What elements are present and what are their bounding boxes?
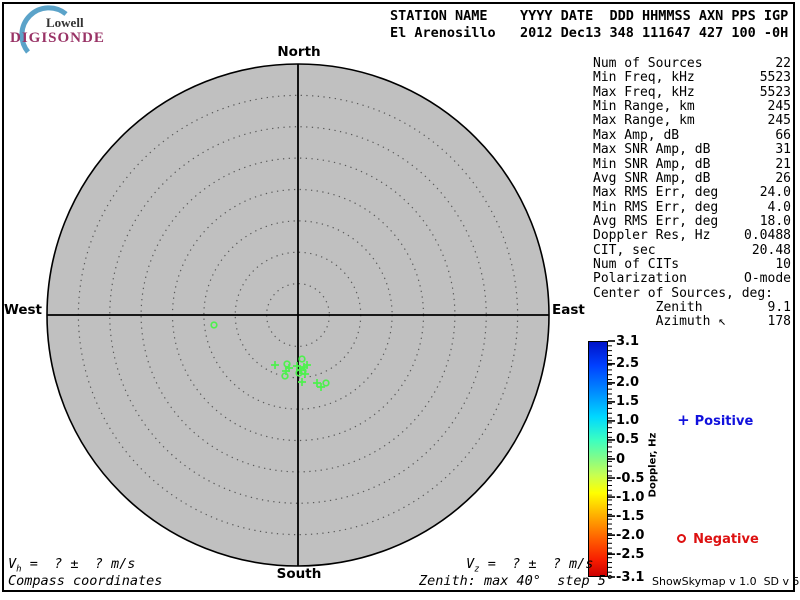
stat-row: Max SNR Amp, dB 31	[593, 142, 791, 158]
stat-label: Polarization	[593, 271, 687, 287]
doppler-colorbar	[588, 341, 608, 577]
stat-value: 66	[775, 127, 791, 143]
stat-label: Num of Sources	[593, 56, 703, 71]
stat-label: Doppler Res, Hz	[593, 228, 711, 244]
stat-label: Avg SNR Amp, dB	[593, 170, 711, 186]
stat-value: 20.48	[751, 242, 791, 258]
stat-label: Center of Sources, deg:	[593, 285, 774, 301]
stat-label: Max RMS Err, deg	[593, 185, 719, 201]
stat-label: Num of CITs	[593, 257, 680, 273]
stat-value: 21	[775, 156, 791, 172]
compass-label-east: East	[552, 302, 585, 318]
stat-row: Polarization O-mode	[593, 271, 791, 287]
plus-marker-icon: +	[677, 411, 690, 429]
stat-label: Min SNR Amp, dB	[593, 156, 711, 172]
header-columns-line: STATION NAME YYYY DATE DDD HHMMSS AXN PP…	[390, 8, 789, 24]
stat-value: 26	[775, 170, 791, 186]
stat-value: O-mode	[744, 271, 791, 287]
stat-row: Min RMS Err, deg 4.0	[593, 199, 791, 215]
stat-value: 22	[775, 56, 791, 71]
stat-label: Max Freq, kHz	[593, 84, 695, 100]
colorbar-tick-label: 1.5	[616, 394, 640, 410]
coordinates-mode-label: Compass coordinates	[8, 573, 163, 589]
stat-row: Max Freq, kHz 5523	[593, 84, 791, 100]
stat-value: 10	[775, 257, 791, 273]
compass-label-north: North	[277, 44, 321, 60]
colorbar-tick-label: 0	[616, 451, 626, 467]
stat-label: Max SNR Amp, dB	[593, 142, 711, 158]
stat-value: 245	[767, 99, 791, 115]
circle-marker-icon	[677, 534, 687, 543]
stat-label: CIT, sec	[593, 242, 656, 258]
stat-row: Doppler Res, Hz 0.0488	[593, 228, 791, 244]
compass-label-south: South	[276, 566, 322, 582]
colorbar-tick-label: 0.5	[616, 432, 640, 448]
vh-readout: Vh = ? ± ? m/s	[8, 556, 136, 575]
stat-row: Max RMS Err, deg 24.0	[593, 185, 791, 201]
stat-value: 9.1	[767, 300, 791, 316]
stat-row: Min SNR Amp, dB 21	[593, 156, 791, 172]
stat-row: Zenith 9.1	[593, 300, 791, 316]
stat-row: Azimuth ↖ 178	[593, 314, 791, 330]
stat-label: Min RMS Err, deg	[593, 199, 719, 215]
stat-value: 0.0488	[744, 228, 791, 244]
colorbar-tick-label: -3.1	[616, 569, 645, 585]
stat-row: Max Range, km 245	[593, 113, 791, 129]
stat-row: Min Freq, kHz 5523	[593, 70, 791, 86]
colorbar-ticks	[608, 340, 615, 578]
header-values-line: El Arenosillo 2012 Dec13 348 111647 427 …	[390, 25, 789, 41]
zenith-grid-label: Zenith: max 40° step 5°	[419, 573, 615, 589]
colorbar-tick-label: -1.0	[616, 489, 645, 505]
colorbar-tick-label: -2.5	[616, 546, 645, 562]
stat-value: 5523	[759, 70, 791, 86]
version-label: ShowSkymap v 1.0 SD v 5.0	[652, 575, 800, 588]
stat-value: 31	[775, 142, 791, 158]
stat-row: Avg RMS Err, deg 18.0	[593, 213, 791, 229]
stat-label: Max Range, km	[593, 113, 695, 129]
compass-label-west: West	[3, 302, 42, 318]
stat-value: 5523	[759, 84, 791, 100]
colorbar-title: Doppler, Hz	[647, 432, 659, 498]
vz-readout: Vz = ? ± ? m/s	[466, 556, 594, 575]
colorbar-tick-label: -2.0	[616, 527, 645, 543]
stat-label: Azimuth ↖	[593, 314, 727, 330]
stats-panel: Num of Sources 22 Min Freq, kHz 5523 Max Fre…	[593, 56, 791, 330]
legend-positive-label: Positive	[694, 414, 754, 429]
stat-row: Num of CITs 10	[593, 257, 791, 273]
colorbar-tick-label: -1.5	[616, 508, 645, 524]
logo-digisonde-text: DIGISONDE	[10, 30, 105, 46]
stat-value: 4.0	[767, 199, 791, 215]
stat-row: Avg SNR Amp, dB 26	[593, 170, 791, 186]
legend-negative-label: Negative	[693, 532, 759, 547]
legend-positive: + Positive	[668, 396, 753, 429]
stat-value: 245	[767, 113, 791, 129]
colorbar-tick-label: 2.0	[616, 375, 640, 391]
logo-lowell-text: Lowell	[46, 15, 84, 30]
stat-row: CIT, sec 20.48	[593, 242, 791, 258]
stat-row: Max Amp, dB 66	[593, 127, 791, 143]
stat-value: 178	[767, 314, 791, 330]
stat-value: 18.0	[759, 213, 791, 229]
legend-negative: Negative	[668, 517, 759, 547]
stat-label: Zenith	[593, 300, 703, 316]
colorbar-tick-label: 2.5	[616, 356, 640, 372]
stat-value: 24.0	[759, 185, 791, 201]
colorbar-tick-label: 3.1	[616, 333, 640, 349]
stat-label: Max Amp, dB	[593, 127, 680, 143]
stat-label: Min Range, km	[593, 99, 695, 115]
stat-row: Num of Sources 22	[593, 56, 791, 71]
stat-label: Avg RMS Err, deg	[593, 213, 719, 229]
stat-label: Min Freq, kHz	[593, 70, 695, 86]
stat-row: Center of Sources, deg:	[593, 285, 791, 301]
colorbar-tick-label: -0.5	[616, 470, 645, 486]
colorbar-tick-label: 1.0	[616, 413, 640, 429]
stat-row: Min Range, km 245	[593, 99, 791, 115]
